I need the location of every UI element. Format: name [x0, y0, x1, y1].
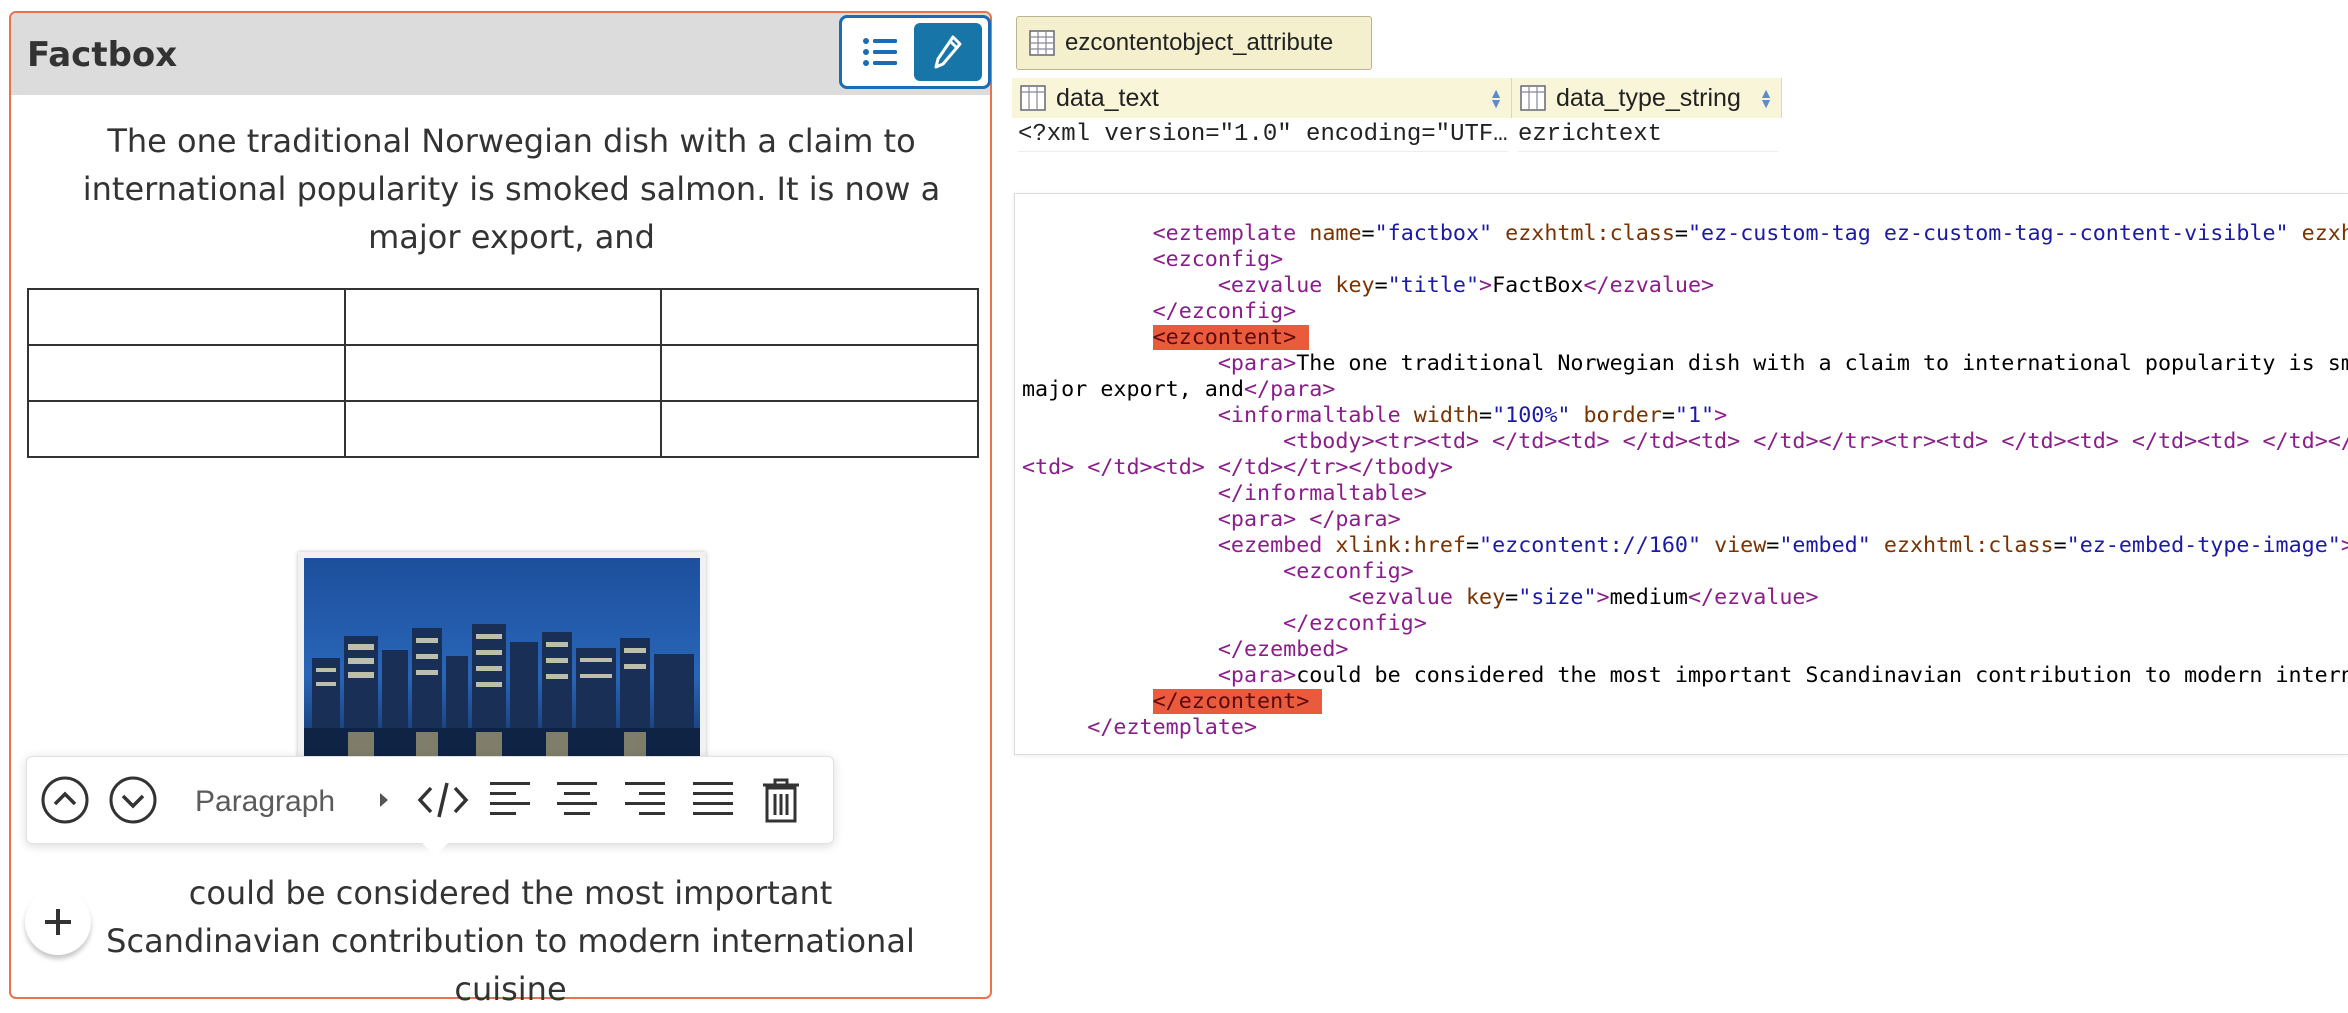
delete-button[interactable]	[753, 771, 809, 829]
table-cell[interactable]	[343, 400, 663, 458]
column-header-data-text[interactable]: data_text ▲ ▼	[1012, 78, 1512, 118]
caret-right-icon	[380, 793, 388, 807]
move-down-icon	[109, 776, 157, 824]
cell-data-type-string[interactable]: ezrichtext	[1518, 118, 1778, 152]
table-tab[interactable]: ezcontentobject_attribute	[1016, 16, 1372, 70]
embedded-image[interactable]	[298, 552, 706, 778]
factbox-paragraph-1[interactable]: The one traditional Norwegian dish with …	[39, 117, 984, 261]
align-right-icon	[625, 782, 665, 815]
xml-code: <eztemplate name="factbox" ezxhtml:class…	[1022, 221, 2348, 740]
plus-icon	[45, 909, 71, 935]
justify-icon	[693, 782, 733, 815]
xml-code-view[interactable]: <eztemplate name="factbox" ezxhtml:class…	[1014, 193, 2348, 755]
align-center-icon	[557, 782, 597, 815]
city-skyline-image	[304, 558, 700, 772]
style-label[interactable]: Paragraph	[195, 785, 335, 819]
align-center-button[interactable]	[549, 771, 605, 829]
paragraph-toolbar: Paragraph	[26, 756, 834, 844]
move-down-button[interactable]	[105, 771, 161, 829]
style-dropdown-button[interactable]	[369, 771, 399, 829]
align-right-button[interactable]	[617, 771, 673, 829]
table-icon	[1029, 30, 1055, 56]
column-icon	[1020, 85, 1046, 111]
table-cell[interactable]	[27, 288, 346, 346]
table-cell[interactable]	[660, 288, 979, 346]
table-cell[interactable]	[660, 400, 979, 458]
table-cell[interactable]	[27, 344, 346, 402]
table-cell[interactable]	[27, 400, 346, 458]
pencil-icon	[934, 35, 962, 69]
column-icon	[1520, 85, 1546, 111]
column-label: data_text	[1056, 83, 1159, 112]
column-header-data-type-string[interactable]: data_type_string ▲ ▼	[1512, 78, 1782, 118]
justify-button[interactable]	[685, 771, 741, 829]
table-cell[interactable]	[343, 344, 663, 402]
table-row	[27, 344, 979, 402]
add-block-button[interactable]	[25, 889, 91, 955]
factbox-title: Factbox	[27, 35, 178, 75]
move-up-button[interactable]	[37, 771, 93, 829]
trash-icon	[763, 778, 799, 823]
list-icon	[863, 38, 897, 66]
table-tab-label: ezcontentobject_attribute	[1065, 29, 1334, 56]
factbox-table[interactable]	[27, 288, 979, 458]
list-view-button[interactable]	[848, 24, 912, 80]
sort-icon[interactable]: ▲ ▼	[1759, 86, 1773, 110]
edit-button[interactable]	[914, 23, 982, 81]
code-button[interactable]	[415, 771, 471, 829]
toolbar-caret	[421, 842, 449, 856]
table-cell[interactable]	[343, 288, 663, 346]
cell-data-text[interactable]: <?xml version="1.0" encoding="UTF…	[1018, 118, 1508, 152]
factbox-paragraph-2[interactable]: could be considered the most important S…	[83, 869, 938, 1013]
sort-icon[interactable]: ▲ ▼	[1489, 86, 1503, 110]
factbox-tools	[839, 15, 991, 89]
code-icon	[417, 782, 469, 818]
align-left-icon	[490, 782, 530, 815]
table-row	[27, 400, 979, 458]
factbox-header: Factbox	[11, 13, 991, 95]
move-up-icon	[41, 776, 89, 824]
table-row	[27, 288, 979, 346]
factbox-editor: Factbox The one traditional Norwegian di…	[9, 11, 992, 1008]
align-left-button[interactable]	[482, 771, 538, 829]
column-label: data_type_string	[1556, 83, 1741, 112]
table-cell[interactable]	[660, 344, 979, 402]
